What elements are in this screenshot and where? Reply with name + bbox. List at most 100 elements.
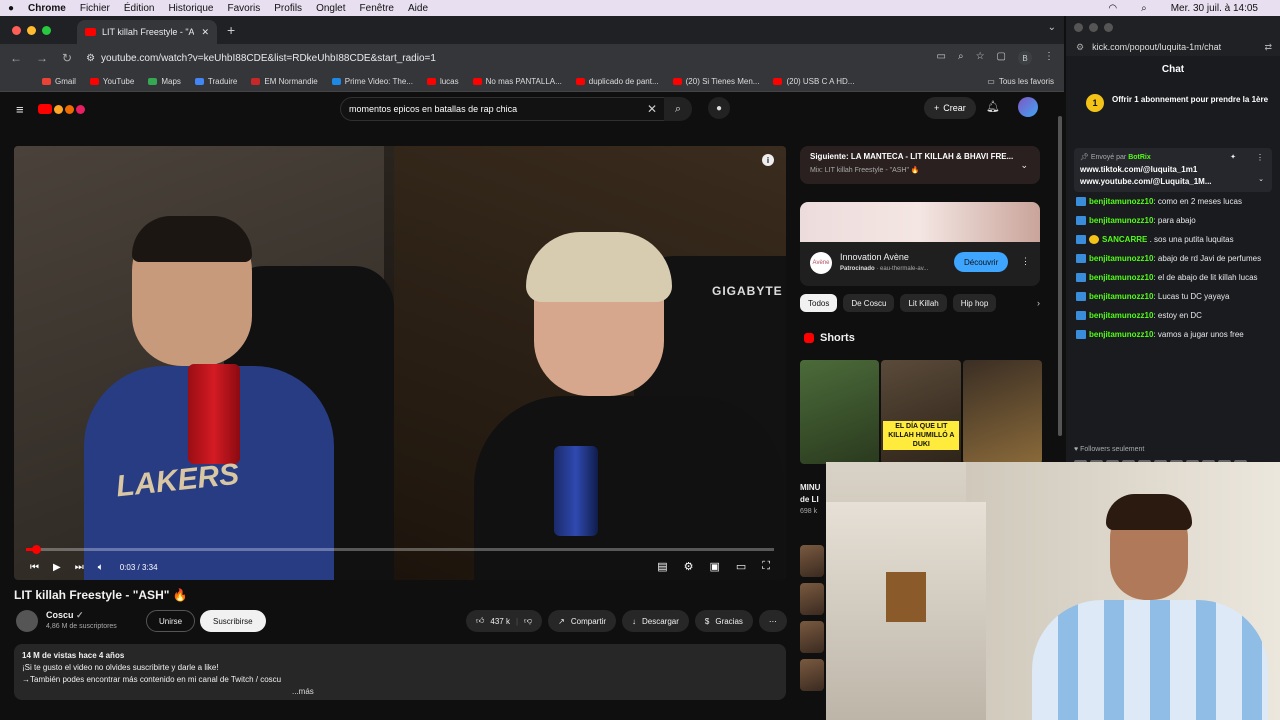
show-more-link[interactable]: ...más (292, 686, 314, 698)
chat-username[interactable]: benjitamunozz10 (1089, 197, 1153, 206)
like-button[interactable]: 👍︎ 437 k | 👎︎ (466, 610, 543, 632)
menu-favoris[interactable]: Favoris (227, 3, 260, 14)
chip-de-coscu[interactable]: De Coscu (843, 294, 895, 312)
forward-icon[interactable]: → (36, 51, 48, 65)
menu-app-name[interactable]: Chrome (28, 3, 66, 14)
tab-youtube-video[interactable]: LIT killah Freestyle - "ASH" ✕ (77, 20, 217, 44)
video-player[interactable]: GIGABYTE LAKERS i ⏮ ▶ ⏭ 🔈︎ 0:03 / 3:34 ▤… (14, 146, 786, 580)
kick-address-bar[interactable]: ⚙ kick.com/popout/luquita-1m/chat ⇄ (1066, 38, 1280, 56)
channel-avatar[interactable] (16, 610, 38, 632)
site-info-icon[interactable]: ⚙ (1076, 42, 1084, 53)
theater-mode-icon[interactable]: ▭ (736, 560, 746, 573)
chevron-right-icon[interactable]: › (1037, 294, 1040, 312)
minimize-window-icon[interactable] (1089, 22, 1098, 32)
new-tab-icon[interactable]: + (227, 22, 235, 38)
bookmark-star-icon[interactable]: ☆ (976, 51, 985, 65)
playlist-next-up[interactable]: Siguiente: LA MANTECA - LIT KILLAH & BHA… (800, 146, 1040, 184)
extensions-icon[interactable]: ▢ (997, 51, 1006, 65)
menu-historique[interactable]: Historique (168, 3, 213, 14)
bookmark-gmail[interactable]: Gmail (42, 77, 76, 86)
bookmark-prime-video[interactable]: Prime Video: The... (331, 77, 413, 86)
all-bookmarks[interactable]: ▭ Tous les favoris (987, 77, 1064, 86)
settings-gear-icon[interactable]: ⚙ (684, 560, 694, 573)
create-button[interactable]: + Crear (924, 97, 976, 119)
reload-icon[interactable]: ↻ (62, 51, 72, 65)
channel-name[interactable]: Coscu ✓ (46, 610, 84, 621)
bookmark-youtube[interactable]: YouTube (89, 77, 134, 86)
close-tab-icon[interactable]: ✕ (201, 27, 209, 38)
chrome-menu-icon[interactable]: ⋮ (1044, 51, 1054, 65)
translate-icon[interactable]: ⇄ (1264, 42, 1280, 53)
address-bar[interactable]: youtube.com/watch?v=keUhbI88CDE&list=RDk… (101, 53, 436, 64)
short-thumbnail[interactable] (962, 360, 1042, 464)
menu-aide[interactable]: Aide (408, 3, 428, 14)
site-info-icon[interactable]: ⚙ (86, 53, 95, 64)
bookmark-no-mas-pantalla[interactable]: No mas PANTALLA... (472, 77, 562, 86)
thumbs-down-icon[interactable]: 👎︎ (524, 616, 532, 626)
clear-search-icon[interactable]: ✕ (647, 102, 657, 116)
join-button[interactable]: Unirse (146, 610, 196, 632)
voice-search-button[interactable]: ● (708, 97, 730, 119)
minimize-window-icon[interactable] (27, 25, 36, 35)
back-icon[interactable]: ← (10, 51, 22, 65)
bookmark-duplicado[interactable]: duplicado de pant... (575, 77, 659, 86)
subscribe-button[interactable]: Suscribirse (200, 610, 266, 632)
menubar-clock[interactable]: Mer. 30 juil. à 14:05 (1171, 3, 1258, 14)
expand-chevron-icon[interactable]: ⌄ (1258, 174, 1264, 186)
tab-search-icon[interactable]: ⌄ (1048, 22, 1056, 33)
menu-onglet[interactable]: Onglet (316, 3, 345, 14)
chat-username[interactable]: benjitamunozz10 (1089, 311, 1153, 320)
pinned-link-youtube[interactable]: www.youtube.com/@Luquita_1M... (1080, 176, 1266, 188)
chip-hip-hop[interactable]: Hip hop (952, 294, 997, 312)
chip-todos[interactable]: Todos (800, 294, 838, 312)
subtitles-icon[interactable]: ▤ (657, 560, 667, 573)
short-thumbnail[interactable]: EL DÍA QUE LIT KILLAH HUMILLÓ A DUKI (881, 360, 961, 464)
menu-profils[interactable]: Profils (274, 3, 302, 14)
download-button[interactable]: ↓ Descargar (621, 610, 689, 632)
description-box[interactable]: 14 M de vistas hace 4 años ¡Si te gusto … (14, 644, 786, 700)
profile-avatar[interactable]: B (1018, 51, 1032, 65)
menu-fichier[interactable]: Fichier (80, 3, 110, 14)
bookmark-si-tienes[interactable]: (20) Si Tienes Men... (672, 77, 759, 86)
maximize-window-icon[interactable] (42, 25, 51, 35)
video-thumbnail[interactable] (800, 659, 824, 691)
account-avatar[interactable] (1018, 97, 1038, 117)
chevron-down-icon[interactable]: ⌄ (1020, 160, 1028, 171)
gift-sub-text[interactable]: Offrir 1 abonnement pour prendre la 1ère (1112, 94, 1272, 106)
video-thumbnail[interactable] (800, 621, 824, 653)
pinned-link-tiktok[interactable]: www.tiktok.com/@luquita_1m1 (1080, 164, 1266, 176)
video-thumbnail[interactable] (800, 545, 824, 577)
video-thumbnail[interactable] (800, 583, 824, 615)
fullscreen-icon[interactable]: ⛶ (762, 560, 770, 573)
search-icon[interactable]: ⌕ (1141, 3, 1147, 14)
unpin-icon[interactable]: ✦ (1230, 152, 1236, 164)
zoom-icon[interactable]: ⌕ (958, 51, 964, 65)
bookmark-em-normandie[interactable]: EM Normandie (251, 77, 318, 86)
close-window-icon[interactable] (12, 25, 21, 35)
recommended-video-fragment[interactable]: MINU de LI 698 k (800, 482, 820, 518)
next-icon[interactable]: ⏭ (75, 562, 84, 573)
chat-username[interactable]: benjitamunozz10 (1089, 292, 1153, 301)
bookmark-lucas[interactable]: lucas (426, 77, 459, 86)
sponsored-ad[interactable]: Avène Innovation Avène Patrocinado · eau… (800, 202, 1040, 286)
bookmark-maps[interactable]: Maps (148, 77, 181, 86)
discover-button[interactable]: Découvrir (954, 252, 1009, 272)
volume-icon[interactable]: 🔈︎ (98, 562, 104, 573)
close-window-icon[interactable] (1074, 22, 1083, 32)
maximize-window-icon[interactable] (1104, 22, 1113, 32)
chat-username[interactable]: benjitamunozz10 (1089, 330, 1153, 339)
info-icon[interactable]: i (762, 154, 774, 166)
notifications-bell-icon[interactable]: 🔔︎ (986, 100, 1000, 113)
more-actions-button[interactable]: ⋯ (758, 610, 787, 632)
apple-icon[interactable]: ● (8, 3, 14, 14)
cast-icon[interactable]: ▭ (937, 51, 946, 65)
thanks-button[interactable]: $ Gracias (694, 610, 753, 632)
play-icon[interactable]: ▶ (53, 562, 61, 573)
previous-icon[interactable]: ⏮ (30, 562, 39, 573)
hamburger-menu-icon[interactable]: ≡ (16, 102, 24, 117)
chat-username[interactable]: benjitamunozz10 (1089, 216, 1153, 225)
bookmark-traduire[interactable]: Traduire (194, 77, 237, 86)
short-thumbnail[interactable] (800, 360, 880, 464)
bookmark-usb-c[interactable]: (20) USB C A HD... (773, 77, 854, 86)
menu-fenetre[interactable]: Fenêtre (360, 3, 394, 14)
